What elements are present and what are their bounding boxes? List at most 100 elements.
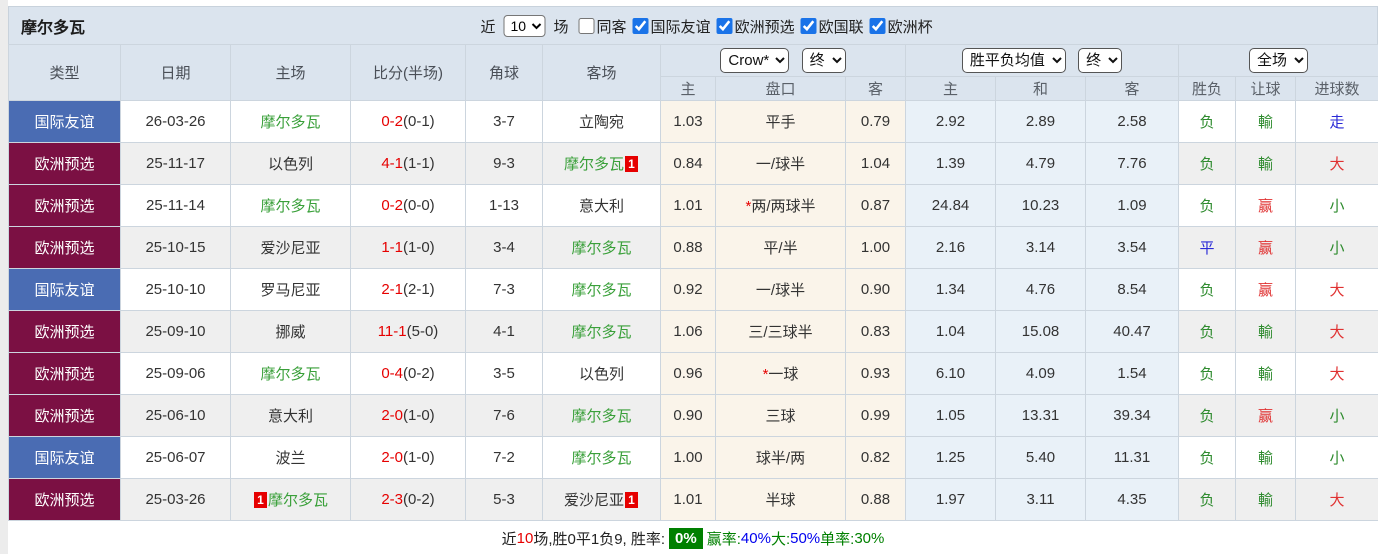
page-title: 摩尔多瓦 (21, 14, 85, 38)
away-team: 摩尔多瓦 (543, 269, 661, 311)
footer-segment-7: 50% (790, 530, 820, 547)
avg-away-odds: 1.54 (1086, 353, 1179, 395)
fulltime-score: 2-1 (381, 281, 403, 298)
team-name: 摩尔多瓦 (571, 324, 631, 341)
filter-checkbox-1[interactable] (633, 18, 649, 34)
winlose-result: 负 (1179, 269, 1236, 311)
match-type-badge: 国际友谊 (9, 101, 121, 143)
corners-cell: 3-5 (466, 353, 543, 395)
avg-draw-odds: 4.76 (996, 269, 1086, 311)
avg-away-odds: 2.58 (1086, 101, 1179, 143)
filter-checkbox-4[interactable] (870, 18, 886, 34)
avg-draw-odds: 3.11 (996, 479, 1086, 521)
match-type-badge: 欧洲预选 (9, 227, 121, 269)
handicap-home-odds: 1.03 (661, 101, 716, 143)
average-time-select[interactable]: 终 (1078, 48, 1122, 73)
team-name: 摩尔多瓦 (260, 198, 320, 215)
winlose-result: 负 (1179, 143, 1236, 185)
match-date: 25-03-26 (121, 479, 231, 521)
corners-cell: 1-13 (466, 185, 543, 227)
team-name: 爱沙尼亚 (564, 492, 624, 509)
avg-home-odds: 6.10 (906, 353, 996, 395)
away-team: 摩尔多瓦 (543, 311, 661, 353)
filter-option-4[interactable]: 欧洲杯 (870, 16, 933, 37)
match-date: 25-10-15 (121, 227, 231, 269)
match-row: 欧洲预选25-10-15爱沙尼亚1-1(1-0)3-4摩尔多瓦0.88平/半1.… (9, 227, 1378, 269)
halftime-score: (0-2) (403, 365, 435, 382)
winlose-result: 负 (1179, 185, 1236, 227)
team-name: 摩尔多瓦 (260, 366, 320, 383)
avg-away-odds: 39.34 (1086, 395, 1179, 437)
halftime-score: (5-0) (407, 323, 439, 340)
filter-checkbox-label: 欧国联 (819, 16, 864, 37)
handicap-result: 赢 (1236, 185, 1296, 227)
team-name: 摩尔多瓦 (571, 282, 631, 299)
col-header-type: 类型 (9, 45, 121, 101)
team-name: 波兰 (275, 450, 305, 467)
filter-option-1[interactable]: 国际友谊 (633, 16, 711, 37)
sub-header-6: 胜负 (1179, 77, 1236, 101)
winlose-result: 平 (1179, 227, 1236, 269)
team-name: 摩尔多瓦 (268, 492, 328, 509)
avg-draw-odds: 4.79 (996, 143, 1086, 185)
filter-checkbox-3[interactable] (801, 18, 817, 34)
handicap-home-odds: 0.96 (661, 353, 716, 395)
filter-checkbox-2[interactable] (717, 18, 733, 34)
fulltime-select[interactable]: 全场 (1249, 48, 1308, 73)
handicap-changed-star: * (763, 366, 769, 383)
score-cell: 2-0(1-0) (351, 395, 466, 437)
score-cell: 1-1(1-0) (351, 227, 466, 269)
corners-cell: 7-2 (466, 437, 543, 479)
red-card-badge: 1 (625, 492, 638, 508)
team-name: 以色列 (579, 366, 624, 383)
recent-count-select[interactable]: 10 (504, 15, 546, 37)
average-type-select[interactable]: 胜平负均值 (962, 48, 1066, 73)
team-name: 摩尔多瓦 (260, 114, 320, 131)
team-name: 摩尔多瓦 (571, 408, 631, 425)
red-card-badge: 1 (625, 156, 638, 172)
match-history-table: 类型 日期 主场 比分(半场) 角球 客场 Crow* 终 胜平负均值 终 全场… (8, 44, 1378, 521)
handicap-away-odds: 1.04 (846, 143, 906, 185)
match-row: 欧洲预选25-03-261摩尔多瓦2-3(0-2)5-3爱沙尼亚11.01半球0… (9, 479, 1378, 521)
footer-segment-8: 单率: (820, 528, 854, 549)
fulltime-score: 0-2 (381, 113, 403, 130)
fulltime-score: 2-0 (381, 407, 403, 424)
filter-option-2[interactable]: 欧洲预选 (717, 16, 795, 37)
handicap-time-select[interactable]: 终 (802, 48, 846, 73)
score-cell: 4-1(1-1) (351, 143, 466, 185)
avg-home-odds: 1.39 (906, 143, 996, 185)
avg-away-odds: 11.31 (1086, 437, 1179, 479)
match-type-badge: 欧洲预选 (9, 311, 121, 353)
handicap-result: 輸 (1236, 479, 1296, 521)
score-cell: 0-2(0-1) (351, 101, 466, 143)
filter-option-3[interactable]: 欧国联 (801, 16, 864, 37)
avg-home-odds: 24.84 (906, 185, 996, 227)
match-date: 25-10-10 (121, 269, 231, 311)
handicap-home-odds: 0.88 (661, 227, 716, 269)
handicap-line: *两/两球半 (716, 185, 846, 227)
bookmaker-select[interactable]: Crow* (720, 48, 789, 73)
filter-option-0[interactable]: 同客 (579, 16, 627, 37)
halftime-score: (1-1) (403, 155, 435, 172)
match-type-badge: 欧洲预选 (9, 479, 121, 521)
home-team: 罗马尼亚 (231, 269, 351, 311)
red-card-badge: 1 (254, 492, 267, 508)
col-header-score: 比分(半场) (351, 45, 466, 101)
sub-header-7: 让球 (1236, 77, 1296, 101)
col-header-corners: 角球 (466, 45, 543, 101)
match-date: 25-11-14 (121, 185, 231, 227)
avg-draw-odds: 3.14 (996, 227, 1086, 269)
col-header-home: 主场 (231, 45, 351, 101)
avg-home-odds: 2.92 (906, 101, 996, 143)
footer-segment-0: 近 (502, 528, 517, 549)
handicap-result: 赢 (1236, 395, 1296, 437)
group-header-handicap: Crow* 终 (661, 45, 906, 77)
handicap-away-odds: 0.79 (846, 101, 906, 143)
avg-draw-odds: 13.31 (996, 395, 1086, 437)
goals-result: 大 (1296, 479, 1378, 521)
avg-away-odds: 8.54 (1086, 269, 1179, 311)
away-team: 以色列 (543, 353, 661, 395)
filter-checkbox-0[interactable] (579, 18, 595, 34)
match-row: 国际友谊26-03-26摩尔多瓦0-2(0-1)3-7立陶宛1.03平手0.79… (9, 101, 1378, 143)
away-team: 摩尔多瓦 (543, 437, 661, 479)
